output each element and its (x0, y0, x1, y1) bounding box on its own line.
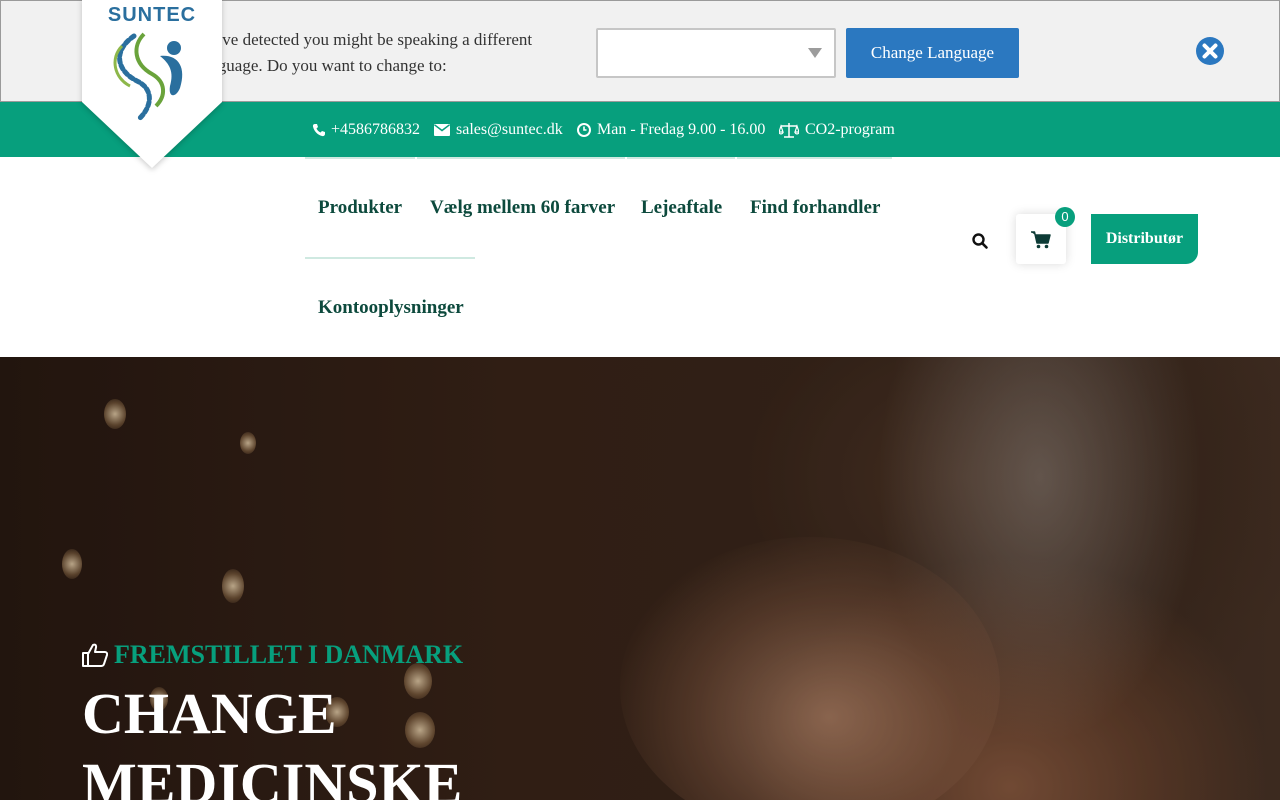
hero-tagline-text: FREMSTILLET I DANMARK (114, 640, 464, 669)
search-icon[interactable] (971, 232, 989, 250)
email-address: sales@suntec.dk (456, 121, 563, 138)
opening-hours: Man - Fredag 9.00 - 16.00 (577, 121, 765, 139)
language-select[interactable] (596, 28, 836, 78)
co2-program-link[interactable]: CO2-program (779, 121, 895, 139)
phone-number: +4586786832 (331, 121, 421, 138)
language-message: We've detected you might be speaking a d… (197, 30, 533, 75)
nav-item-farver[interactable]: Vælg mellem 60 farver (430, 197, 615, 219)
envelope-icon (434, 124, 450, 136)
nav-item-find-forhandler[interactable]: Find forhandler (750, 197, 880, 219)
close-icon[interactable] (1196, 37, 1224, 65)
email-link[interactable]: sales@suntec.dk (434, 121, 563, 139)
nav-divider (627, 157, 735, 159)
hero-title: CHANGE MEDICINSKE (82, 681, 463, 800)
distributor-button[interactable]: Distributør (1091, 214, 1198, 264)
cart-count-badge: 0 (1055, 207, 1075, 227)
clock-icon (577, 123, 591, 137)
hero-tagline: FREMSTILLET I DANMARK (82, 640, 463, 670)
main-navigation: Produkter Vælg mellem 60 farver Lejeafta… (0, 157, 1280, 357)
opening-hours-text: Man - Fredag 9.00 - 16.00 (597, 121, 766, 138)
shopping-cart-icon (1031, 231, 1051, 249)
phone-link[interactable]: +4586786832 (312, 121, 420, 139)
phone-icon (312, 124, 325, 137)
nav-divider (305, 157, 415, 159)
nav-item-lejeaftale[interactable]: Lejeaftale (641, 197, 722, 219)
nav-divider (417, 157, 625, 159)
nav-item-produkter[interactable]: Produkter (318, 197, 402, 219)
nav-divider (305, 257, 475, 259)
spine-logo-icon (113, 32, 183, 121)
nav-divider (737, 157, 892, 159)
co2-program-label: CO2-program (805, 121, 895, 138)
thumbs-up-icon (82, 643, 108, 667)
change-language-button[interactable]: Change Language (846, 28, 1019, 78)
logo-text: SUNTEC (107, 4, 197, 26)
hero-banner: FREMSTILLET I DANMARK CHANGE MEDICINSKE (0, 357, 1280, 800)
nav-item-kontooplysninger[interactable]: Kontooplysninger (318, 297, 464, 319)
chevron-down-icon (808, 48, 822, 58)
balance-scale-icon (779, 123, 799, 138)
suntec-logo[interactable]: SUNTEC (82, 0, 222, 173)
